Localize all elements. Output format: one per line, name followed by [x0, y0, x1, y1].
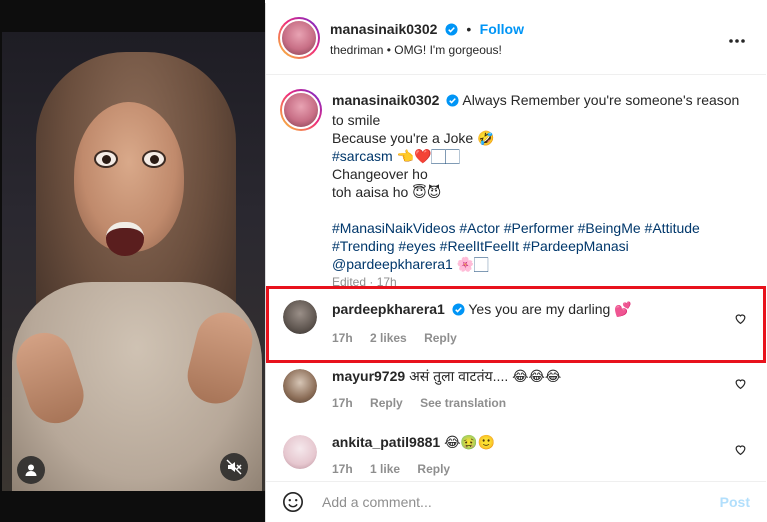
- hashtag-line[interactable]: #Trending #eyes #ReelItFeelIt #PardeepMa…: [332, 237, 752, 255]
- hashtag-sarcasm[interactable]: #sarcasm 👈❤️🏻🏻: [332, 147, 752, 165]
- video-eye-left: [94, 150, 118, 168]
- verified-badge-icon: [452, 302, 465, 320]
- comment-time: 17h: [332, 396, 353, 410]
- video-eye-right: [142, 150, 166, 168]
- comment-time: 17h: [332, 462, 353, 476]
- verified-badge-icon: [445, 23, 458, 41]
- avatar[interactable]: [283, 435, 317, 469]
- heart-icon[interactable]: [734, 312, 748, 326]
- highlight-box: [266, 286, 766, 363]
- reply-button[interactable]: Reply: [370, 396, 403, 410]
- caption-line-blank: [332, 201, 752, 219]
- caption-line: Because you're a Joke 🤣: [332, 130, 495, 146]
- follow-button[interactable]: Follow: [480, 21, 524, 37]
- caption-line: to smile: [332, 112, 381, 128]
- hashtag-line[interactable]: #ManasiNaikVideos #Actor #Performer #Bei…: [332, 219, 752, 237]
- mention-line[interactable]: @pardeepkharera1 🌸🏻: [332, 255, 752, 273]
- post-header: manasinaik0302 • Follow thedriman • OMG!…: [266, 3, 766, 75]
- header-separator: •: [466, 21, 472, 37]
- post-detail-panel: manasinaik0302 • Follow thedriman • OMG!…: [265, 3, 766, 522]
- video-mouth: [106, 222, 144, 256]
- caption-line: Changeover ho: [332, 166, 428, 182]
- caption-text: manasinaik0302 Always Remember you're so…: [332, 91, 752, 291]
- comment-username[interactable]: ankita_patil9881: [332, 434, 440, 450]
- comment-text: असं तुला वाटतंय.... 😂😂😂: [409, 368, 562, 384]
- comment-likes[interactable]: 2 likes: [370, 331, 407, 345]
- caption-line: Always Remember you're someone's reason: [462, 92, 740, 108]
- reply-button[interactable]: Reply: [417, 462, 450, 476]
- caption-username[interactable]: manasinaik0302: [332, 92, 439, 108]
- caption-avatar[interactable]: [280, 89, 322, 131]
- comment-username[interactable]: mayur9729: [332, 368, 405, 384]
- comment-username[interactable]: pardeepkharera1: [332, 301, 445, 317]
- video-frame[interactable]: [2, 32, 265, 491]
- reply-button[interactable]: Reply: [424, 331, 457, 345]
- audio-track[interactable]: thedriman • OMG! I'm gorgeous!: [330, 43, 502, 57]
- more-horizontal-icon[interactable]: [728, 31, 746, 49]
- verified-badge-icon: [446, 93, 459, 111]
- avatar[interactable]: [278, 17, 320, 59]
- comment-input[interactable]: Add a comment...: [322, 494, 432, 510]
- see-translation-button[interactable]: See translation: [420, 396, 506, 410]
- heart-icon[interactable]: [734, 443, 748, 457]
- reel-video[interactable]: [0, 0, 265, 522]
- add-comment-bar: Add a comment... Post: [266, 481, 766, 522]
- comment-text: Yes you are my darling 💕: [468, 301, 632, 317]
- avatar[interactable]: [283, 300, 317, 334]
- user-icon[interactable]: [17, 456, 45, 484]
- caption-line: toh aaisa ho 😇😈: [332, 184, 442, 200]
- post-author-username[interactable]: manasinaik0302: [330, 21, 437, 37]
- comment-likes[interactable]: 1 like: [370, 462, 400, 476]
- post-button[interactable]: Post: [720, 494, 750, 510]
- comment-time: 17h: [332, 331, 353, 345]
- smiley-icon[interactable]: [282, 491, 304, 518]
- avatar[interactable]: [283, 369, 317, 403]
- comment-text: 😂🤢🙂: [444, 434, 496, 450]
- heart-icon[interactable]: [734, 377, 748, 391]
- speaker-muted-icon[interactable]: [220, 453, 248, 481]
